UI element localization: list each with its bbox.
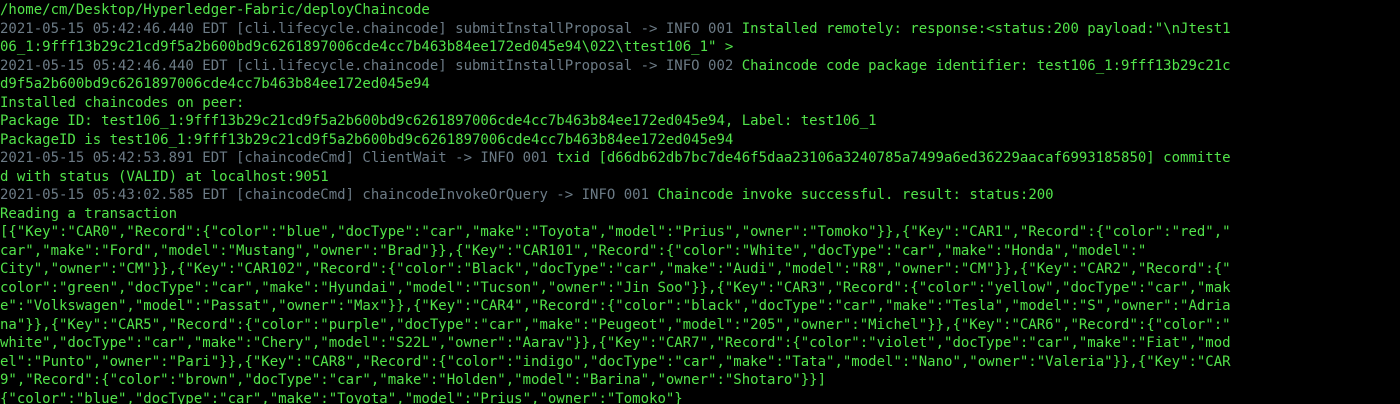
line-text: Reading a transaction: [0, 205, 178, 222]
log-prefix: 2021-05-15 05:42:46.440 EDT [cli.lifecyc…: [0, 20, 742, 37]
log-prefix: 2021-05-15 05:43:02.585 EDT [chaincodeCm…: [0, 187, 658, 203]
terminal-line-json: 9","Record":{"color":"brown","docType":"…: [0, 371, 1400, 390]
line-text: Chaincode code package identifier: test1…: [741, 57, 1231, 74]
log-prefix: 2021-05-15 05:42:53.891 EDT [chaincodeCm…: [0, 150, 557, 166]
terminal-line-log: 2021-05-15 05:42:53.891 EDT [chaincodeCm…: [0, 149, 1400, 168]
terminal-line-log: 2021-05-15 05:42:46.440 EDT [cli.lifecyc…: [0, 20, 1400, 39]
terminal-line: PackageID is test106_1:9fff13b29c21cd9f5…: [0, 131, 1400, 150]
line-text: d9f5a2b600bd9c6261897006cde4cc7b463b84ee…: [0, 76, 430, 92]
line-text: 9","Record":{"color":"brown","docType":"…: [0, 372, 827, 388]
line-text: na"}},{"Key":"CAR5","Record":{"color":"p…: [0, 316, 1231, 333]
line-text: Installed chaincodes on peer:: [0, 94, 245, 111]
terminal-line-json: [{"Key":"CAR0","Record":{"color":"blue",…: [0, 223, 1400, 242]
terminal-line-log: 2021-05-15 05:43:02.585 EDT [chaincodeCm…: [0, 186, 1400, 205]
line-text: Chaincode invoke successful. result: sta…: [657, 187, 1054, 203]
terminal-line: Package ID: test106_1:9fff13b29c21cd9f5a…: [0, 112, 1400, 131]
terminal-line: Reading a transaction: [0, 205, 1400, 224]
terminal-line-json: {"color":"blue","docType":"car","make":"…: [0, 390, 1400, 404]
line-text: /home/cm/Desktop/Hyperledger-Fabric/depl…: [0, 2, 430, 18]
line-text: d with status (VALID) at localhost:9051: [0, 168, 329, 185]
terminal-line-json: e":"Volkswagen","model":"Passat","owner"…: [0, 297, 1400, 316]
terminal-line-json: car","make":"Ford","model":"Mustang","ow…: [0, 242, 1400, 261]
terminal-line: d with status (VALID) at localhost:9051: [0, 168, 1400, 187]
terminal-line-cwd: /home/cm/Desktop/Hyperledger-Fabric/depl…: [0, 1, 1400, 20]
terminal-line-log: 2021-05-15 05:42:46.440 EDT [cli.lifecyc…: [0, 57, 1400, 76]
terminal-line-json: color":"green","docType":"car","make":"H…: [0, 279, 1400, 298]
terminal-line: d9f5a2b600bd9c6261897006cde4cc7b463b84ee…: [0, 75, 1400, 94]
terminal-line-json: el":"Punto","owner":"Pari"}},{"Key":"CAR…: [0, 353, 1400, 372]
line-text: el":"Punto","owner":"Pari"}},{"Key":"CAR…: [0, 353, 1231, 370]
line-text: 06_1:9fff13b29c21cd9f5a2b600bd9c62618970…: [0, 39, 734, 55]
line-text: white","docType":"car","make":"Chery","m…: [0, 335, 1231, 351]
line-text: {"color":"blue","docType":"car","make":"…: [0, 390, 683, 404]
terminal-line-json: white","docType":"car","make":"Chery","m…: [0, 334, 1400, 353]
terminal-line: 06_1:9fff13b29c21cd9f5a2b600bd9c62618970…: [0, 38, 1400, 57]
line-text: color":"green","docType":"car","make":"H…: [0, 279, 1231, 296]
line-text: PackageID is test106_1:9fff13b29c21cd9f5…: [0, 131, 734, 148]
line-text: Installed remotely: response:<status:200…: [741, 20, 1231, 37]
line-text: txid [d66db62db7bc7de46f5daa23106a324078…: [556, 150, 1231, 166]
log-prefix: 2021-05-15 05:42:46.440 EDT [cli.lifecyc…: [0, 57, 742, 74]
terminal-line: Installed chaincodes on peer:: [0, 94, 1400, 113]
terminal-line-json: City","owner":"CM"}},{"Key":"CAR102","Re…: [0, 260, 1400, 279]
terminal-window[interactable]: /home/cm/Desktop/Hyperledger-Fabric/depl…: [0, 0, 1400, 404]
line-text: e":"Volkswagen","model":"Passat","owner"…: [0, 298, 1231, 314]
terminal-line-json: na"}},{"Key":"CAR5","Record":{"color":"p…: [0, 316, 1400, 335]
line-text: City","owner":"CM"}},{"Key":"CAR102","Re…: [0, 261, 1231, 277]
line-text: Package ID: test106_1:9fff13b29c21cd9f5a…: [0, 113, 877, 129]
line-text: car","make":"Ford","model":"Mustang","ow…: [0, 242, 1147, 259]
line-text: [{"Key":"CAR0","Record":{"color":"blue",…: [0, 224, 1231, 240]
